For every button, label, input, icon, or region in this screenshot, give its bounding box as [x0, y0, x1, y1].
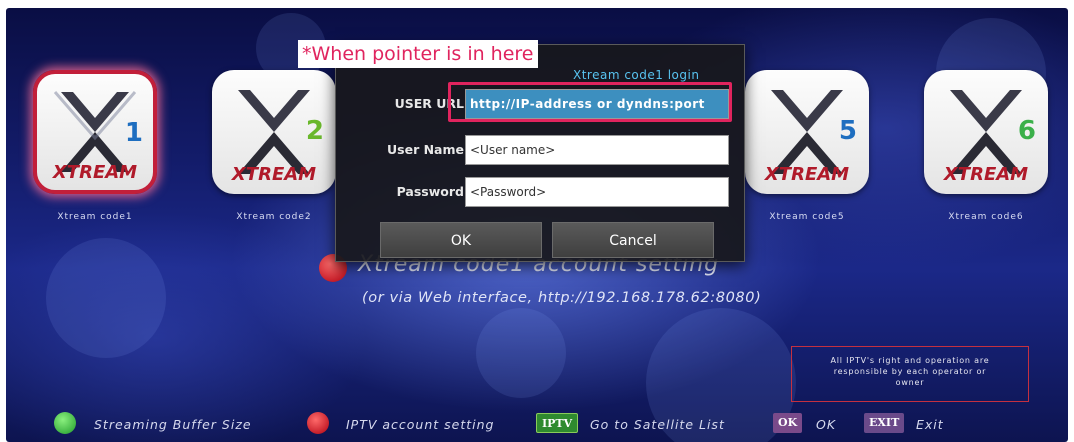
background-bokeh: [476, 308, 566, 398]
red-button-icon: [307, 412, 329, 434]
tile-label: Xtream code2: [236, 212, 312, 222]
exit-badge: EXIT: [864, 413, 905, 433]
user-name-label: User Name: [387, 142, 464, 157]
disclaimer-line: owner: [895, 378, 925, 387]
xtream-code5-tile[interactable]: 5 XTREAM: [745, 70, 869, 194]
background-bokeh: [46, 238, 166, 358]
highlight-box: [448, 82, 732, 122]
xtream-code2-tile[interactable]: 2 XTREAM: [212, 70, 336, 194]
xtream-code6-tile[interactable]: 6 XTREAM: [924, 70, 1048, 194]
tile-number: 1: [124, 118, 143, 148]
password-field[interactable]: <Password>: [465, 177, 729, 207]
legend-iptv-text: Go to Satellite List: [590, 417, 725, 432]
legend-exit-text: Exit: [916, 417, 944, 432]
tile-number: 2: [305, 116, 324, 146]
disclaimer-box: All IPTV's right and operation are respo…: [791, 346, 1029, 402]
tile-brand: XTREAM: [764, 164, 850, 185]
ok-badge: OK: [773, 413, 803, 433]
password-label: Password: [396, 184, 464, 199]
disclaimer-line: responsible by each operator or: [833, 367, 987, 376]
tile-label: Xtream code5: [769, 212, 845, 222]
tile-brand: XTREAM: [231, 164, 317, 185]
disclaimer-line: All IPTV's right and operation are: [830, 356, 990, 365]
green-button-icon: [54, 412, 76, 434]
xtream-code1-tile[interactable]: 1 XTREAM: [33, 70, 157, 194]
tile-brand: XTREAM: [52, 162, 138, 183]
pointer-callout: *When pointer is in here: [298, 40, 538, 68]
login-dialog: Xtream code1 login USER URL http://IP-ad…: [335, 44, 745, 262]
legend-red-text: IPTV account setting: [346, 417, 495, 432]
tile-brand: XTREAM: [943, 164, 1029, 185]
cancel-button[interactable]: Cancel: [552, 222, 714, 258]
tile-number: 6: [1017, 116, 1036, 146]
ok-button[interactable]: OK: [380, 222, 542, 258]
account-setting-subtitle: (or via Web interface, http://192.168.17…: [362, 290, 762, 306]
legend-green-text: Streaming Buffer Size: [94, 417, 252, 432]
legend-ok-text: OK: [816, 417, 837, 432]
tv-screen: 1 XTREAM Xtream code1 2 XTREAM Xtream co…: [6, 8, 1068, 442]
tile-number: 5: [838, 116, 857, 146]
tile-label: Xtream code1: [57, 212, 133, 222]
iptv-badge: IPTV: [536, 413, 579, 433]
tile-label: Xtream code6: [948, 212, 1024, 222]
user-name-field[interactable]: <User name>: [465, 135, 729, 165]
dialog-title: Xtream code1 login: [573, 68, 700, 82]
